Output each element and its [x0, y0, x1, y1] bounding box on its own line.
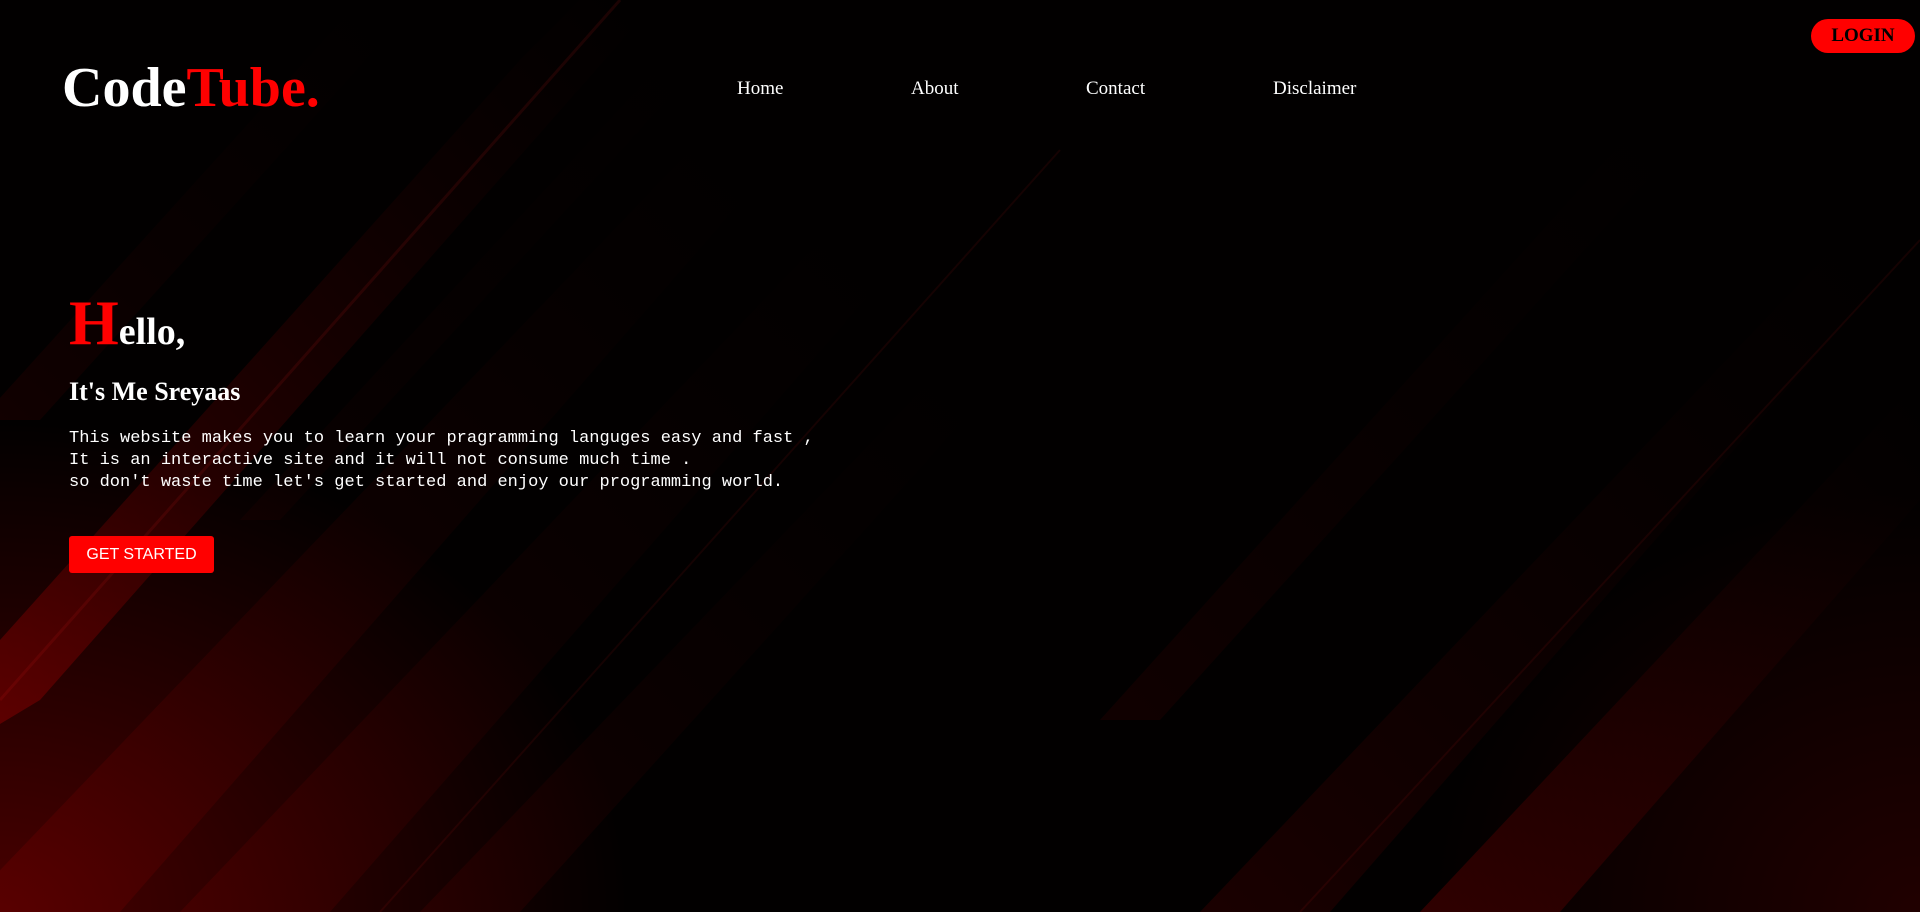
- description-line: This website makes you to learn your pra…: [69, 429, 814, 448]
- hero-description: This website makes you to learn your pra…: [69, 428, 814, 494]
- hero-subtitle: It's Me Sreyaas: [69, 377, 241, 406]
- nav-home[interactable]: Home: [737, 78, 783, 100]
- logo-part-tube: Tube.: [186, 57, 320, 119]
- description-line: It is an interactive site and it will no…: [69, 451, 692, 470]
- hero-section: Hello, It's Me Sreyaas This website make…: [69, 288, 814, 573]
- description-line: so don't waste time let's get started an…: [69, 473, 784, 492]
- nav-disclaimer[interactable]: Disclaimer: [1273, 78, 1356, 100]
- greeting-rest: ello,: [118, 311, 186, 353]
- page: CodeTube. Home About Contact Disclaimer …: [0, 0, 1920, 912]
- header: CodeTube. Home About Contact Disclaimer …: [0, 0, 1920, 140]
- nav-about[interactable]: About: [911, 78, 959, 100]
- logo[interactable]: CodeTube.: [62, 52, 320, 124]
- get-started-button[interactable]: GET STARTED: [69, 536, 214, 573]
- greeting-initial: H: [69, 287, 119, 358]
- hero-greeting: Hello,: [69, 288, 814, 358]
- nav-contact[interactable]: Contact: [1086, 78, 1145, 100]
- logo-part-code: Code: [62, 57, 187, 119]
- login-button[interactable]: LOGIN: [1811, 19, 1915, 53]
